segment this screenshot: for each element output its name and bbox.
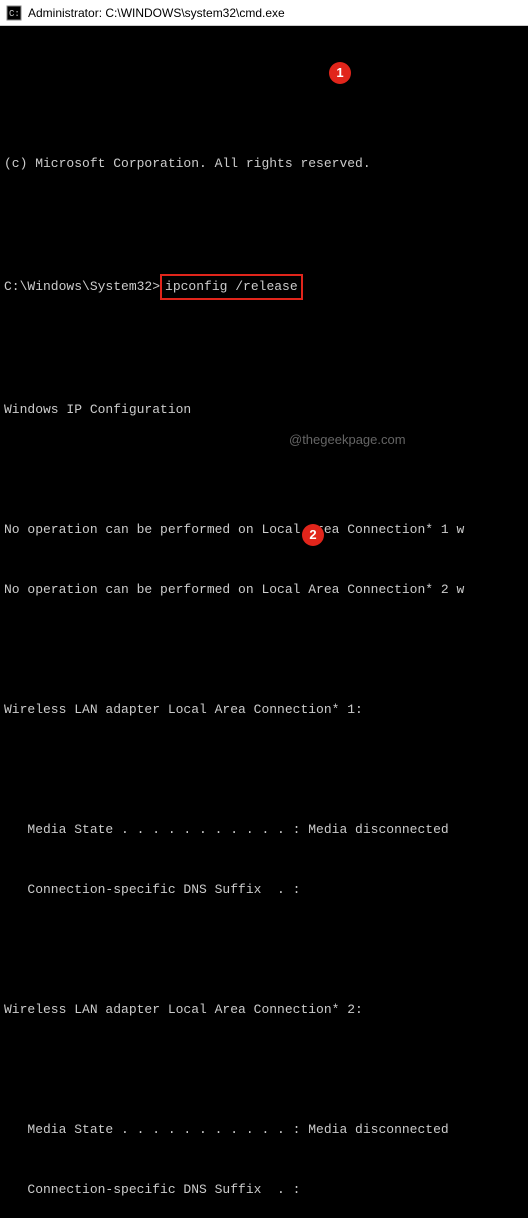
adapter-2-dns: Connection-specific DNS Suffix . : bbox=[0, 1180, 528, 1200]
window-titlebar: C: Administrator: C:\WINDOWS\system32\cm… bbox=[0, 0, 528, 26]
annotation-badge-2: 2 bbox=[302, 524, 324, 546]
adapter-1-dns: Connection-specific DNS Suffix . : bbox=[0, 880, 528, 900]
copyright-line: (c) Microsoft Corporation. All rights re… bbox=[0, 154, 528, 174]
noop-line-1: No operation can be performed on Local A… bbox=[0, 520, 528, 540]
ip-config-heading-1: Windows IP Configuration bbox=[0, 400, 528, 420]
adapter-1-media: Media State . . . . . . . . . . . : Medi… bbox=[0, 820, 528, 840]
terminal-output[interactable]: 1 2 @thegeekpage.com (c) Microsoft Corpo… bbox=[0, 26, 528, 609]
command-highlight-1: ipconfig /release bbox=[160, 274, 303, 300]
adapter-1-title: Wireless LAN adapter Local Area Connecti… bbox=[0, 700, 528, 720]
adapter-2-title: Wireless LAN adapter Local Area Connecti… bbox=[0, 1000, 528, 1020]
svg-text:C:: C: bbox=[9, 9, 20, 19]
window-title: Administrator: C:\WINDOWS\system32\cmd.e… bbox=[28, 6, 285, 20]
annotation-badge-1: 1 bbox=[329, 62, 351, 84]
noop-line-2: No operation can be performed on Local A… bbox=[0, 580, 528, 600]
adapter-2-media: Media State . . . . . . . . . . . : Medi… bbox=[0, 1120, 528, 1140]
cmd-icon: C: bbox=[6, 5, 22, 21]
watermark: @thegeekpage.com bbox=[289, 430, 406, 450]
prompt-line-1: C:\Windows\System32>ipconfig /release bbox=[0, 274, 528, 300]
